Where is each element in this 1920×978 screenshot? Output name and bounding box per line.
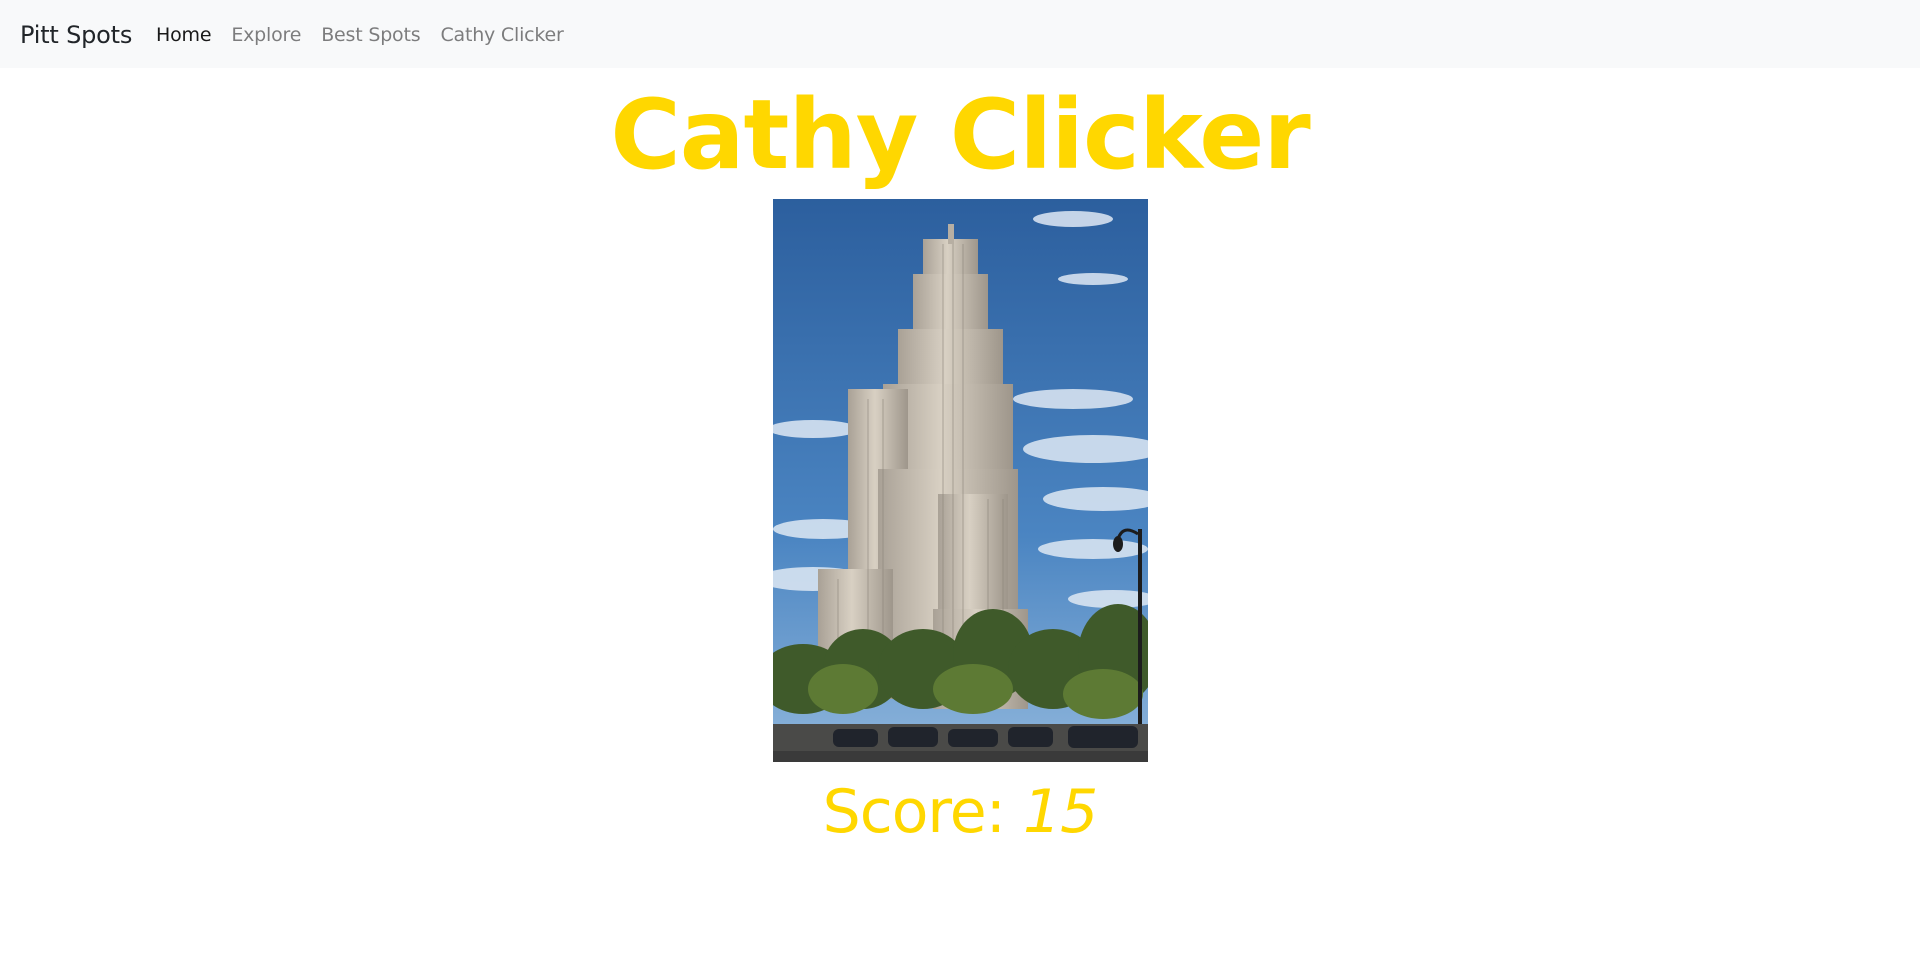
nav-link-best-spots[interactable]: Best Spots	[321, 20, 420, 50]
nav-link-home[interactable]: Home	[156, 20, 212, 50]
cathedral-of-learning-image[interactable]	[773, 199, 1148, 762]
top-navbar: Pitt Spots Home Explore Best Spots Cathy…	[0, 0, 1920, 68]
nav-link-explore[interactable]: Explore	[231, 20, 301, 50]
nav-links: Home Explore Best Spots Cathy Clicker	[156, 20, 584, 50]
brand-link[interactable]: Pitt Spots	[20, 19, 132, 51]
score-display: Score: 15	[0, 775, 1920, 849]
nav-link-cathy-clicker[interactable]: Cathy Clicker	[440, 20, 563, 50]
page-title: Cathy Clicker	[610, 79, 1310, 191]
score-value: 15	[1022, 777, 1098, 847]
score-label: Score:	[822, 777, 1023, 847]
